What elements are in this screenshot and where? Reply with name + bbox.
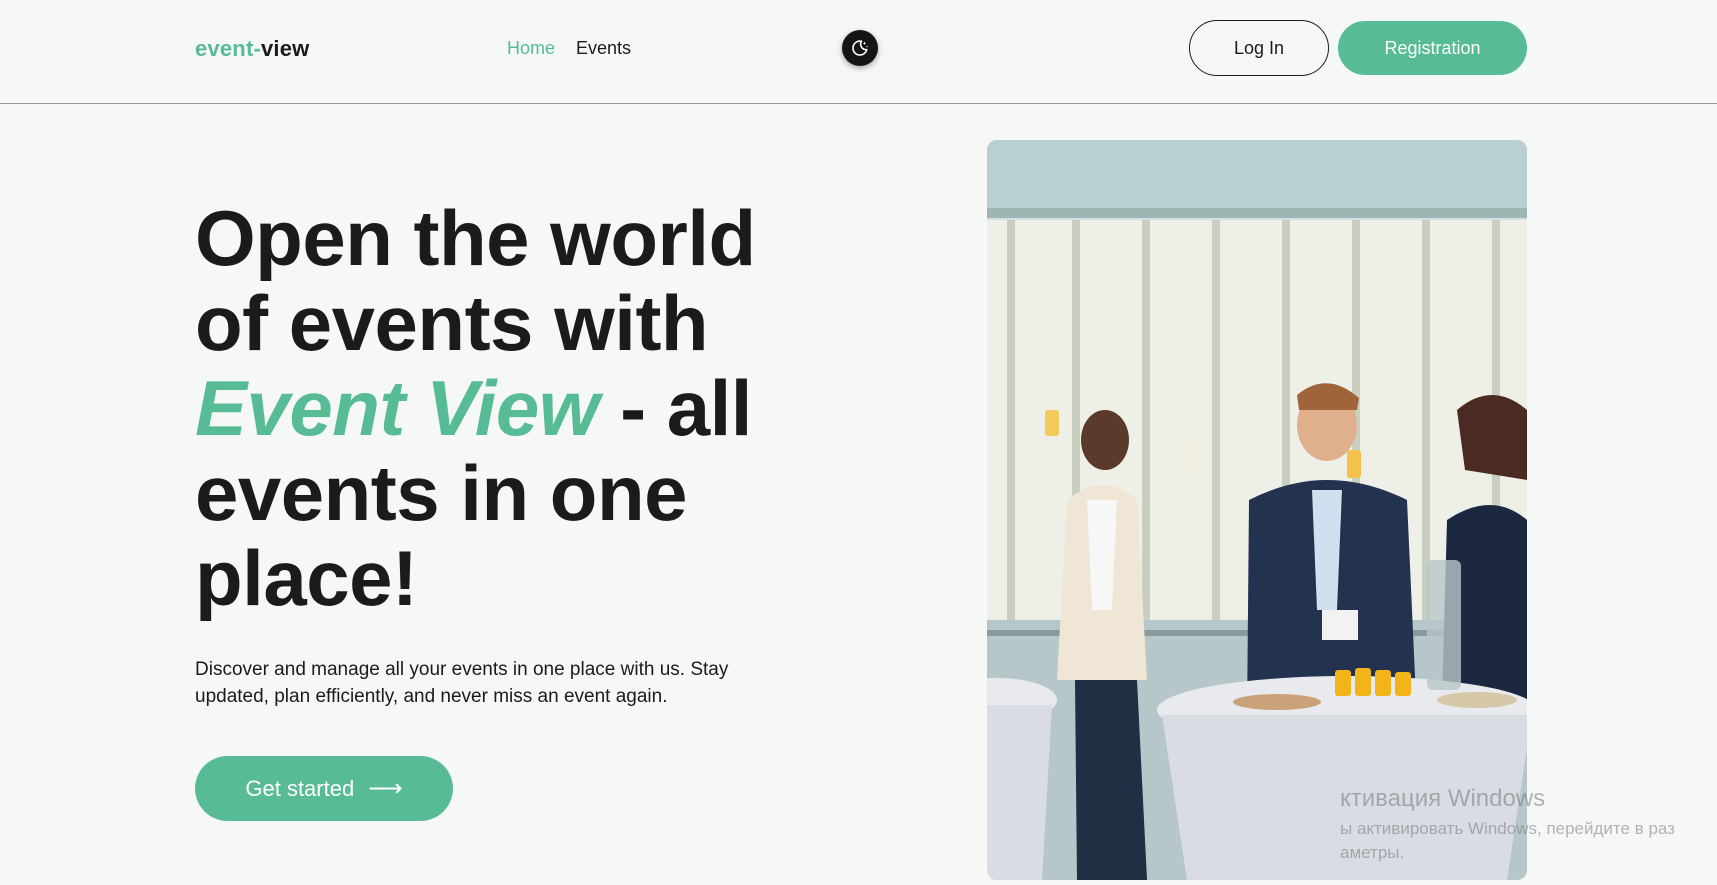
hero-title: Open the world of events with Event View… [195, 196, 815, 621]
hero-image [987, 140, 1527, 880]
hero-description-line-1: Discover and manage all your events in o… [195, 659, 729, 680]
logo-part-view: view [261, 36, 310, 61]
nav-item-events[interactable]: Events [576, 38, 631, 59]
arrow-right-icon: ⟶ [368, 774, 403, 802]
moon-stars-icon [852, 40, 869, 56]
get-started-button[interactable]: Get started ⟶ [195, 756, 453, 821]
top-header: event-view Home Events Log In Registrati… [0, 0, 1717, 104]
login-button[interactable]: Log In [1189, 20, 1329, 76]
theme-toggle-button[interactable] [842, 30, 878, 66]
logo[interactable]: event-view [195, 36, 310, 62]
hero-description-line-2: updated, plan efficiently, and never mis… [195, 686, 668, 707]
hero-title-after-brand: - all [598, 364, 752, 452]
hero-title-line-1: Open the world [195, 194, 756, 282]
hero-title-line-5: place! [195, 534, 418, 622]
logo-part-event: event- [195, 36, 261, 61]
nav-item-home[interactable]: Home [507, 38, 555, 59]
main-nav: Home Events [507, 38, 631, 59]
hero-description: Discover and manage all your events in o… [195, 656, 775, 710]
get-started-label: Get started [245, 775, 355, 801]
registration-button[interactable]: Registration [1338, 21, 1527, 75]
hero-title-line-2: of events with [195, 279, 709, 367]
hero-title-line-4: events in one [195, 449, 687, 537]
hero-title-brand: Event View [195, 364, 599, 452]
